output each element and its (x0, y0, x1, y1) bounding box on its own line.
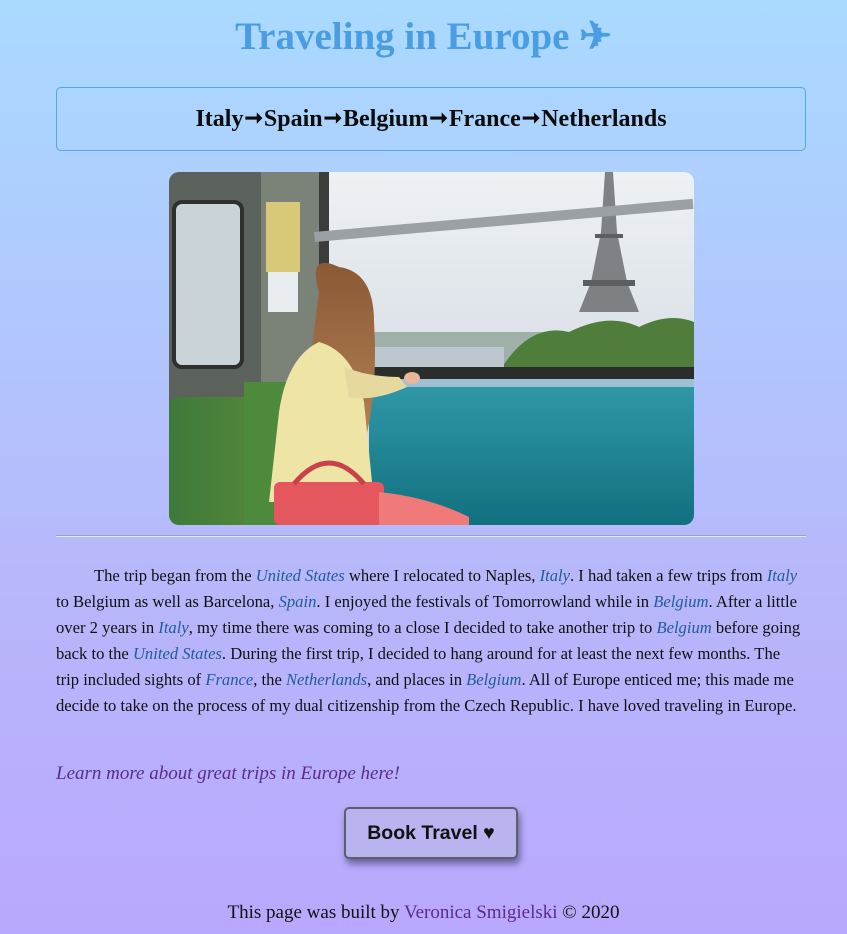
story-text: , my time there was coming to a close I … (188, 618, 657, 637)
place-name: Spain (278, 592, 317, 611)
story-text: . I enjoyed the festivals of Tomorrowlan… (316, 592, 654, 611)
place-name: Belgium (653, 592, 709, 611)
footer-author: Veronica Smigielski (403, 902, 558, 923)
footer: This page was built by Veronica Smigiels… (0, 902, 847, 924)
hero-photo (169, 172, 694, 525)
route-stop: Spain (263, 105, 323, 132)
route-arrow-icon: ➞ (244, 104, 263, 130)
route-stop: France (448, 105, 521, 132)
footer-prefix: This page was built by (227, 902, 404, 923)
place-name: Italy (158, 618, 189, 637)
route-banner: Italy➞Spain➞Belgium➞France➞Netherlands (56, 87, 806, 151)
place-name: Belgium (466, 670, 522, 689)
story-text: The trip began from the (94, 566, 256, 585)
place-name: Belgium (656, 618, 712, 637)
page-title: Traveling in Europe ✈ (235, 15, 612, 58)
story-text: to Belgium as well as Barcelona, (56, 592, 279, 611)
place-name: United States (132, 644, 222, 663)
route-arrow-icon: ➞ (429, 104, 448, 130)
learn-more-link[interactable]: Learn more about great trips in Europe h… (56, 763, 400, 785)
route-text: Italy➞Spain➞Belgium➞France➞Netherlands (195, 104, 667, 133)
place-name: Italy (539, 566, 570, 585)
route-stop: Belgium (343, 105, 429, 132)
footer-suffix: © 2020 (557, 902, 620, 923)
place-name: Netherlands (285, 670, 368, 689)
train-window-eiffel-photo (169, 172, 694, 525)
section-divider (56, 535, 806, 537)
story-text: , and places in (367, 670, 467, 689)
trip-story-paragraph: The trip began from the United States wh… (56, 563, 806, 719)
place-name: United States (255, 566, 345, 585)
story-text: . I had taken a few trips from (570, 566, 767, 585)
story-text: where I relocated to Naples, (344, 566, 540, 585)
route-stop: Netherlands (541, 105, 667, 132)
route-arrow-icon: ➞ (323, 104, 343, 130)
book-travel-button[interactable]: Book Travel ♥ (344, 807, 518, 859)
place-name: France (205, 670, 254, 689)
route-arrow-icon: ➞ (521, 104, 541, 130)
story-text: , the (253, 670, 286, 689)
place-name: Italy (766, 566, 798, 585)
route-stop: Italy (195, 105, 244, 132)
